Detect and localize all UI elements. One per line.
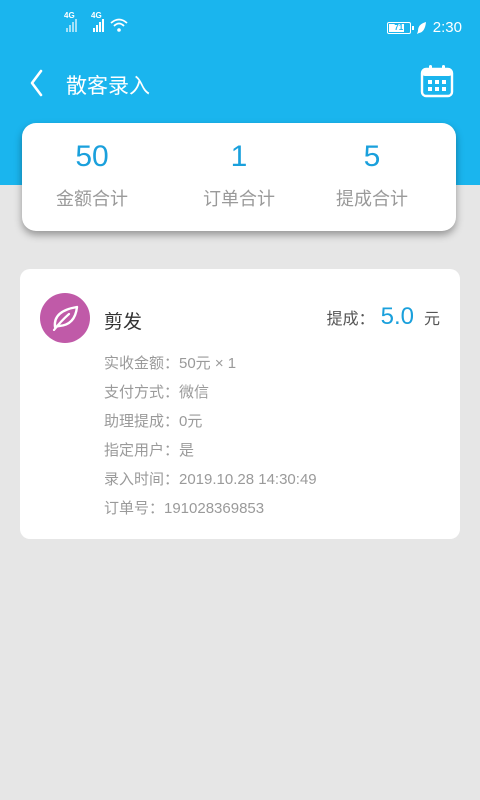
page-title: 散客录入 [66,75,150,98]
order-details: 实收金额：50元 × 1 支付方式：微信 助理提成：0元 指定用户：是 录入时间… [104,349,317,523]
commission-unit: 元 [423,311,440,328]
stat-label: 订单合计 [203,189,275,209]
power-saving-icon [416,21,426,34]
stat-value: 1 [230,140,248,173]
leaf-icon [52,305,79,331]
stat-value: 5 [363,140,381,173]
service-name: 剪发 [104,312,143,333]
commission-value: 5.0 [380,303,414,330]
network-type-label: 4G [91,11,102,20]
calendar-icon [420,65,454,98]
navigation-bar: 散客录入 [0,56,480,110]
stat-label: 金额合计 [56,189,128,209]
back-button[interactable] [24,66,54,100]
cell-signal-icon: 4G [64,11,77,32]
stat-amount-total: 50 金额合计 [22,137,162,211]
network-type-label: 4G [64,11,75,20]
battery-level: 71 [394,23,404,32]
stat-value: 50 [75,140,109,173]
commission: 提成： 5.0 元 [327,303,440,331]
wifi-icon [110,18,128,32]
chevron-left-icon [30,69,43,97]
detail-designated-user: 指定用户：是 [104,442,195,459]
stat-order-total: 1 订单合计 [169,137,309,211]
detail-payment-method: 支付方式：微信 [104,384,210,401]
detail-order-number: 订单号：191028369853 [104,500,265,517]
status-bar: 4G 4G 71 2:30 [0,0,480,56]
detail-paid-amount: 实收金额：50元 × 1 [104,355,237,372]
summary-card: 50 金额合计 1 订单合计 5 提成合计 [22,123,456,231]
commission-label: 提成： [326,311,375,328]
cell-signal-icon: 4G [91,11,104,32]
stat-label: 提成合计 [336,189,408,209]
stat-commission-total: 5 提成合计 [302,137,442,211]
battery-icon: 71 [386,21,414,34]
order-card[interactable]: 剪发 提成： 5.0 元 实收金额：50元 × 1 支付方式：微信 助理提成：0… [20,269,460,539]
detail-entry-time: 录入时间：2019.10.28 14:30:49 [104,471,317,488]
clock: 2:30 [432,19,462,36]
service-avatar [40,293,90,343]
calendar-button[interactable] [420,64,454,98]
detail-assistant-commission: 助理提成：0元 [104,413,203,430]
